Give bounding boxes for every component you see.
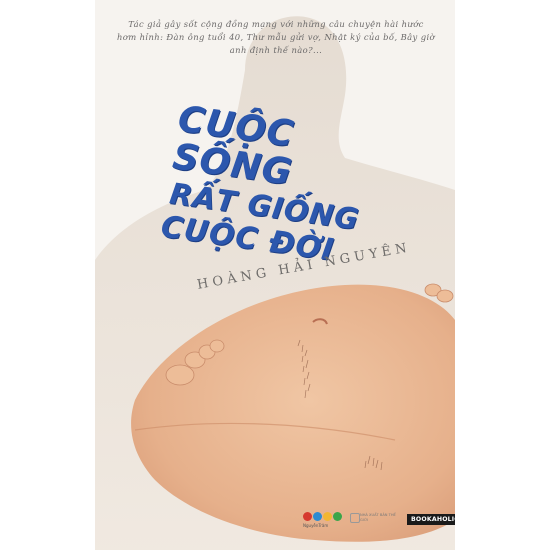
publisher-mark-icon bbox=[350, 513, 360, 523]
cover-blurb: Tác giả gây sốt cộng đồng mạng với những… bbox=[117, 19, 435, 55]
book-cover: Tác giả gây sốt cộng đồng mạng với những… bbox=[95, 0, 455, 550]
publisher-name: NHÀ XUẤT BẢN THẾ GIỚI bbox=[360, 513, 396, 522]
publisher-logo-caption: NguyễnTrâm bbox=[303, 523, 329, 528]
brand-badge: BOOKAHOLIC.VN bbox=[407, 514, 455, 525]
